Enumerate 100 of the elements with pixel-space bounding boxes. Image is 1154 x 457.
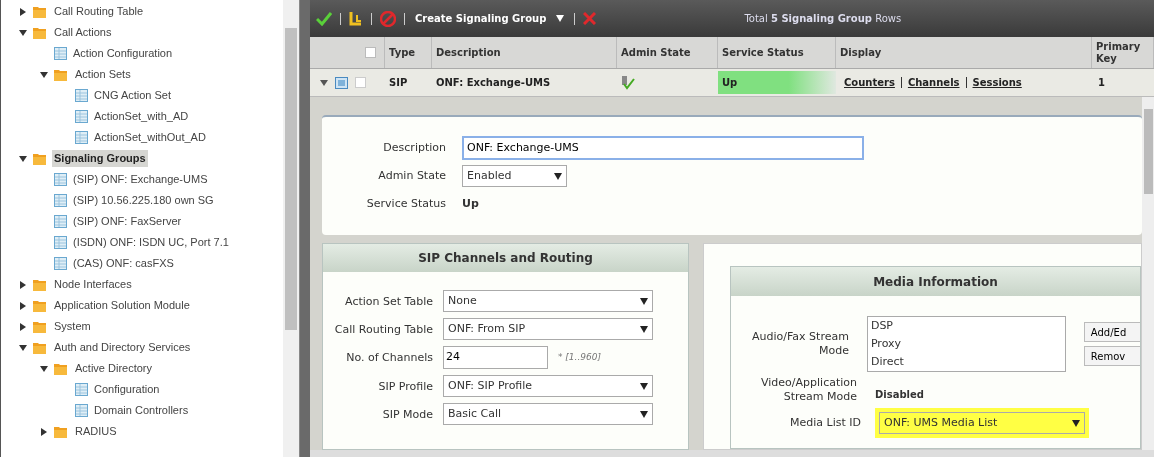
column-header: Service Status xyxy=(718,37,836,68)
expand-arrow-icon[interactable] xyxy=(320,78,328,87)
tree-item[interactable]: Active Directory xyxy=(73,360,155,377)
collapsed-arrow-icon[interactable] xyxy=(40,427,48,436)
collapsed-arrow-icon[interactable] xyxy=(19,301,27,310)
media-list-dropdown[interactable]: ONF: UMS Media List xyxy=(879,412,1085,434)
row-count: Total 5 Signaling Group Rows xyxy=(744,12,902,26)
folder-icon xyxy=(33,299,48,312)
horizontal-scrollbar[interactable] xyxy=(310,450,1154,457)
collapsed-arrow-icon[interactable] xyxy=(19,280,27,289)
list-action-button[interactable]: Add/Ed xyxy=(1083,322,1140,342)
tree-item[interactable]: ActionSet_withOut_AD xyxy=(92,129,208,146)
tree-item[interactable]: Action Configuration xyxy=(71,45,175,62)
caret-icon xyxy=(556,15,565,22)
window-icon xyxy=(335,76,348,89)
table-icon xyxy=(54,215,67,228)
tree-item[interactable]: (SIP) ONF: FaxServer xyxy=(71,213,184,230)
folder-icon xyxy=(33,341,48,354)
list-option[interactable]: Direct xyxy=(870,353,1062,371)
field-label: Admin State xyxy=(377,167,446,184)
display-link[interactable]: Sessions xyxy=(972,75,1022,90)
tree-item[interactable]: Application Solution Module xyxy=(52,297,192,314)
list-option[interactable]: Proxy xyxy=(870,335,1062,353)
table-cell-text: 1 xyxy=(1097,76,1106,90)
list-option[interactable]: DSP xyxy=(870,317,1062,335)
expanded-arrow-icon[interactable] xyxy=(40,70,48,79)
list-action-button[interactable]: Remov xyxy=(1083,346,1140,366)
expanded-arrow-icon[interactable] xyxy=(40,364,48,373)
stream-mode-list[interactable]: DSP Proxy Direct xyxy=(866,316,1066,372)
collapsed-arrow-icon[interactable] xyxy=(19,7,27,16)
tree-item[interactable]: CNG Action Set xyxy=(92,87,174,104)
tree-item[interactable]: (SIP) 10.56.225.180 own SG xyxy=(71,192,216,209)
dropdown[interactable]: Enabled xyxy=(462,165,567,187)
export-icon[interactable] xyxy=(349,10,363,27)
tree-item[interactable]: (CAS) ONF: casFXS xyxy=(71,255,176,272)
status-cell: Up xyxy=(718,71,836,94)
panel-title: Media Information xyxy=(731,267,1140,296)
panel-title: SIP Channels and Routing xyxy=(323,244,688,272)
collapsed-arrow-icon[interactable] xyxy=(19,322,27,331)
display-link[interactable]: Counters xyxy=(844,75,895,90)
tree-item[interactable]: Call Routing Table xyxy=(52,3,146,20)
field-label: Description xyxy=(382,139,446,156)
range-note: * [1..960] xyxy=(558,350,601,364)
video-mode-value: Disabled xyxy=(875,387,924,402)
tree-item[interactable]: (SIP) ONF: Exchange-UMS xyxy=(71,171,210,188)
column-header: Description xyxy=(432,37,617,68)
caret-icon xyxy=(554,172,562,180)
folder-icon xyxy=(54,362,69,375)
table-cell-text: SIP xyxy=(388,76,409,90)
caret-icon xyxy=(1072,419,1080,427)
field-label: Action Set Table xyxy=(344,294,433,308)
tree-item[interactable]: ActionSet_with_AD xyxy=(92,108,191,125)
tree-item[interactable]: Auth and Directory Services xyxy=(52,339,193,356)
description-field[interactable]: ONF: Exchange-UMS xyxy=(462,136,864,160)
dropdown[interactable]: None xyxy=(443,290,653,312)
field-label: Service Status xyxy=(365,195,446,212)
dropdown[interactable]: ONF: SIP Profile xyxy=(443,375,653,397)
field-label: Audio/Fax Stream Mode xyxy=(751,330,849,358)
tree-item[interactable]: RADIUS xyxy=(73,423,119,440)
expanded-arrow-icon[interactable] xyxy=(19,154,27,163)
tree-item[interactable]: Configuration xyxy=(92,381,162,398)
dropdown[interactable]: Basic Call xyxy=(443,403,653,425)
tree-item[interactable]: Domain Controllers xyxy=(92,402,191,419)
tree-item[interactable]: Call Actions xyxy=(52,24,114,41)
caret-icon xyxy=(640,410,648,418)
table-icon xyxy=(75,89,88,102)
tree-item[interactable]: (ISDN) ONF: ISDN UC, Port 7.1 xyxy=(71,234,231,251)
caret-icon xyxy=(640,297,648,305)
field-label: No. of Channels xyxy=(345,351,433,364)
column-header: Display xyxy=(836,37,1092,68)
field-label: Call Routing Table xyxy=(333,322,433,336)
column-header: Primary Key xyxy=(1092,37,1154,68)
tree-item[interactable]: System xyxy=(52,318,93,335)
check-icon[interactable] xyxy=(316,11,332,26)
tree-item[interactable]: Node Interfaces xyxy=(52,276,134,293)
field-label: SIP Mode xyxy=(381,407,433,421)
folder-icon xyxy=(33,320,48,333)
table-icon xyxy=(75,383,88,396)
expanded-arrow-icon[interactable] xyxy=(19,343,27,352)
row-checkbox[interactable] xyxy=(355,77,366,88)
dropdown[interactable]: ONF: From SIP xyxy=(443,318,653,340)
create-group-button[interactable]: Create Signaling Group xyxy=(413,11,567,26)
header-checkbox[interactable] xyxy=(365,47,376,58)
status-value: Up xyxy=(462,195,479,212)
tree-item[interactable]: Signaling Groups xyxy=(52,150,148,167)
expanded-arrow-icon[interactable] xyxy=(19,28,27,37)
column-header: Admin State xyxy=(617,37,718,68)
field-label: Media List ID xyxy=(789,414,861,431)
scrollbar-thumb[interactable] xyxy=(1143,109,1153,194)
folder-icon xyxy=(33,278,48,291)
folder-icon xyxy=(33,5,48,18)
table-icon xyxy=(75,110,88,123)
scrollbar-thumb[interactable] xyxy=(285,28,297,330)
tree-item[interactable]: Action Sets xyxy=(73,66,133,83)
display-link[interactable]: Channels xyxy=(907,75,960,90)
field-label: Video/Application Stream Mode xyxy=(760,376,857,404)
table-icon xyxy=(54,257,67,270)
table-icon xyxy=(75,404,88,417)
caret-icon xyxy=(640,382,648,390)
input-field[interactable]: 24 xyxy=(443,346,548,369)
